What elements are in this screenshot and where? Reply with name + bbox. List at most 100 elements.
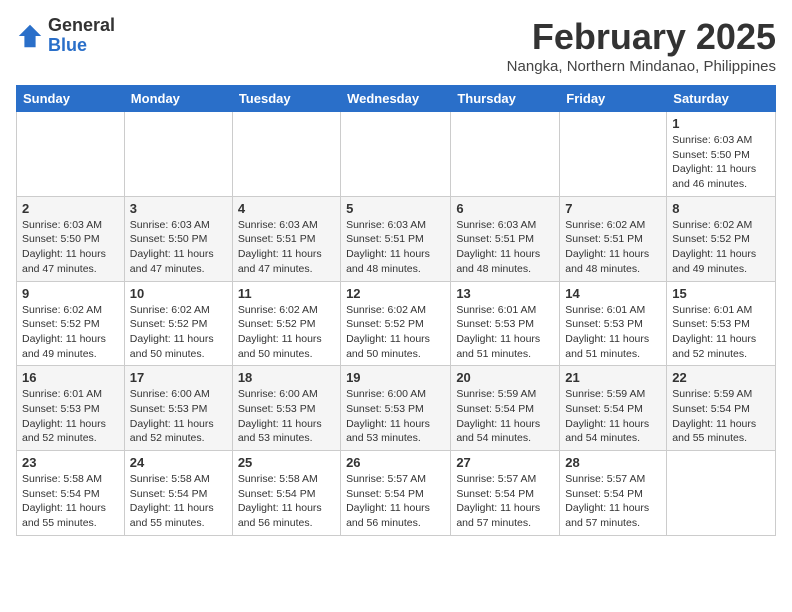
day-number: 23 xyxy=(22,455,119,470)
logo-general: General xyxy=(48,15,115,35)
calendar-cell: 8 Sunrise: 6:02 AM Sunset: 5:52 PM Daylig… xyxy=(667,196,776,281)
day-info: Sunrise: 6:00 AM Sunset: 5:53 PM Dayligh… xyxy=(346,387,445,446)
calendar-cell: 16Sunrise: 6:01 AM Sunset: 5:53 PM Dayli… xyxy=(17,366,125,451)
day-number: 18 xyxy=(238,370,335,385)
day-number: 4 xyxy=(238,201,335,216)
day-info: Sunrise: 6:03 AM Sunset: 5:50 PM Dayligh… xyxy=(22,218,119,277)
calendar-header-tuesday: Tuesday xyxy=(232,86,340,112)
calendar-location: Nangka, Northern Mindanao, Philippines xyxy=(507,58,776,75)
day-number: 3 xyxy=(130,201,227,216)
calendar-week-2: 2 Sunrise: 6:03 AM Sunset: 5:50 PM Daylig… xyxy=(17,196,776,281)
calendar-cell xyxy=(560,112,667,197)
day-info: Sunrise: 6:01 AM Sunset: 5:53 PM Dayligh… xyxy=(672,303,770,362)
day-number: 10 xyxy=(130,286,227,301)
calendar-header-wednesday: Wednesday xyxy=(341,86,451,112)
calendar-cell: 6Sunrise: 6:03 AM Sunset: 5:51 PM Daylig… xyxy=(451,196,560,281)
logo-icon xyxy=(16,22,44,50)
calendar-header-monday: Monday xyxy=(124,86,232,112)
day-number: 2 xyxy=(22,201,119,216)
day-number: 19 xyxy=(346,370,445,385)
day-number: 13 xyxy=(456,286,554,301)
day-number: 6 xyxy=(456,201,554,216)
page-header: General Blue February 2025 Nangka, North… xyxy=(16,16,776,75)
calendar-cell: 19 Sunrise: 6:00 AM Sunset: 5:53 PM Dayli… xyxy=(341,366,451,451)
calendar-cell xyxy=(451,112,560,197)
day-info: Sunrise: 6:03 AM Sunset: 5:51 PM Dayligh… xyxy=(346,218,445,277)
calendar-week-3: 9 Sunrise: 6:02 AM Sunset: 5:52 PM Daylig… xyxy=(17,281,776,366)
day-number: 15 xyxy=(672,286,770,301)
calendar-cell: 17Sunrise: 6:00 AM Sunset: 5:53 PM Dayli… xyxy=(124,366,232,451)
calendar-cell: 10 Sunrise: 6:02 AM Sunset: 5:52 PM Dayli… xyxy=(124,281,232,366)
calendar-cell: 11Sunrise: 6:02 AM Sunset: 5:52 PM Dayli… xyxy=(232,281,340,366)
day-info: Sunrise: 5:59 AM Sunset: 5:54 PM Dayligh… xyxy=(565,387,661,446)
day-number: 22 xyxy=(672,370,770,385)
day-number: 9 xyxy=(22,286,119,301)
day-number: 5 xyxy=(346,201,445,216)
calendar-cell: 26 Sunrise: 5:57 AM Sunset: 5:54 PM Dayli… xyxy=(341,451,451,536)
calendar-header-friday: Friday xyxy=(560,86,667,112)
day-info: Sunrise: 6:00 AM Sunset: 5:53 PM Dayligh… xyxy=(238,387,335,446)
day-info: Sunrise: 6:03 AM Sunset: 5:51 PM Dayligh… xyxy=(238,218,335,277)
day-info: Sunrise: 6:01 AM Sunset: 5:53 PM Dayligh… xyxy=(456,303,554,362)
calendar-cell: 1 Sunrise: 6:03 AM Sunset: 5:50 PM Daylig… xyxy=(667,112,776,197)
calendar-cell: 4 Sunrise: 6:03 AM Sunset: 5:51 PM Daylig… xyxy=(232,196,340,281)
day-info: Sunrise: 6:02 AM Sunset: 5:52 PM Dayligh… xyxy=(22,303,119,362)
calendar-cell xyxy=(17,112,125,197)
calendar-cell: 14 Sunrise: 6:01 AM Sunset: 5:53 PM Dayli… xyxy=(560,281,667,366)
day-number: 21 xyxy=(565,370,661,385)
day-info: Sunrise: 6:02 AM Sunset: 5:52 PM Dayligh… xyxy=(130,303,227,362)
calendar-table: SundayMondayTuesdayWednesdayThursdayFrid… xyxy=(16,85,776,536)
calendar-week-1: 1 Sunrise: 6:03 AM Sunset: 5:50 PM Daylig… xyxy=(17,112,776,197)
day-info: Sunrise: 5:58 AM Sunset: 5:54 PM Dayligh… xyxy=(22,472,119,531)
calendar-cell: 15 Sunrise: 6:01 AM Sunset: 5:53 PM Dayli… xyxy=(667,281,776,366)
logo-text: General Blue xyxy=(48,16,115,56)
day-info: Sunrise: 6:01 AM Sunset: 5:53 PM Dayligh… xyxy=(565,303,661,362)
calendar-cell xyxy=(667,451,776,536)
day-info: Sunrise: 5:59 AM Sunset: 5:54 PM Dayligh… xyxy=(672,387,770,446)
day-info: Sunrise: 5:58 AM Sunset: 5:54 PM Dayligh… xyxy=(238,472,335,531)
calendar-cell xyxy=(341,112,451,197)
day-number: 8 xyxy=(672,201,770,216)
day-info: Sunrise: 5:57 AM Sunset: 5:54 PM Dayligh… xyxy=(456,472,554,531)
day-number: 17 xyxy=(130,370,227,385)
day-number: 14 xyxy=(565,286,661,301)
day-info: Sunrise: 6:02 AM Sunset: 5:51 PM Dayligh… xyxy=(565,218,661,277)
calendar-title: February 2025 xyxy=(507,16,776,58)
day-number: 27 xyxy=(456,455,554,470)
day-info: Sunrise: 6:03 AM Sunset: 5:50 PM Dayligh… xyxy=(130,218,227,277)
day-number: 16 xyxy=(22,370,119,385)
day-number: 7 xyxy=(565,201,661,216)
day-info: Sunrise: 5:57 AM Sunset: 5:54 PM Dayligh… xyxy=(346,472,445,531)
day-info: Sunrise: 5:57 AM Sunset: 5:54 PM Dayligh… xyxy=(565,472,661,531)
day-number: 12 xyxy=(346,286,445,301)
day-number: 20 xyxy=(456,370,554,385)
day-info: Sunrise: 5:58 AM Sunset: 5:54 PM Dayligh… xyxy=(130,472,227,531)
day-number: 28 xyxy=(565,455,661,470)
calendar-cell: 5 Sunrise: 6:03 AM Sunset: 5:51 PM Daylig… xyxy=(341,196,451,281)
calendar-cell xyxy=(232,112,340,197)
calendar-cell xyxy=(124,112,232,197)
day-number: 25 xyxy=(238,455,335,470)
day-info: Sunrise: 6:02 AM Sunset: 5:52 PM Dayligh… xyxy=(238,303,335,362)
calendar-cell: 21 Sunrise: 5:59 AM Sunset: 5:54 PM Dayli… xyxy=(560,366,667,451)
calendar-cell: 22 Sunrise: 5:59 AM Sunset: 5:54 PM Dayli… xyxy=(667,366,776,451)
logo-blue: Blue xyxy=(48,35,87,55)
calendar-cell: 23 Sunrise: 5:58 AM Sunset: 5:54 PM Dayli… xyxy=(17,451,125,536)
calendar-cell: 7 Sunrise: 6:02 AM Sunset: 5:51 PM Daylig… xyxy=(560,196,667,281)
day-info: Sunrise: 5:59 AM Sunset: 5:54 PM Dayligh… xyxy=(456,387,554,446)
calendar-cell: 27 Sunrise: 5:57 AM Sunset: 5:54 PM Dayli… xyxy=(451,451,560,536)
calendar-cell: 28 Sunrise: 5:57 AM Sunset: 5:54 PM Dayli… xyxy=(560,451,667,536)
day-number: 26 xyxy=(346,455,445,470)
calendar-cell: 13 Sunrise: 6:01 AM Sunset: 5:53 PM Dayli… xyxy=(451,281,560,366)
day-info: Sunrise: 6:02 AM Sunset: 5:52 PM Dayligh… xyxy=(672,218,770,277)
calendar-cell: 9 Sunrise: 6:02 AM Sunset: 5:52 PM Daylig… xyxy=(17,281,125,366)
calendar-cell: 2 Sunrise: 6:03 AM Sunset: 5:50 PM Daylig… xyxy=(17,196,125,281)
calendar-cell: 18 Sunrise: 6:00 AM Sunset: 5:53 PM Dayli… xyxy=(232,366,340,451)
day-number: 1 xyxy=(672,116,770,131)
calendar-header-sunday: Sunday xyxy=(17,86,125,112)
calendar-cell: 20 Sunrise: 5:59 AM Sunset: 5:54 PM Dayli… xyxy=(451,366,560,451)
calendar-cell: 24Sunrise: 5:58 AM Sunset: 5:54 PM Dayli… xyxy=(124,451,232,536)
day-info: Sunrise: 6:03 AM Sunset: 5:50 PM Dayligh… xyxy=(672,133,770,192)
calendar-header-saturday: Saturday xyxy=(667,86,776,112)
calendar-week-4: 16Sunrise: 6:01 AM Sunset: 5:53 PM Dayli… xyxy=(17,366,776,451)
